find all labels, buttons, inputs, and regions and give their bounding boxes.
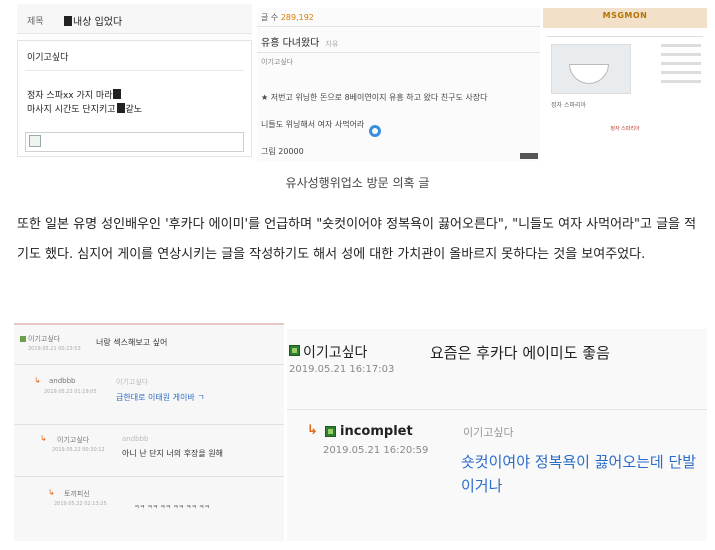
divider: [257, 26, 540, 27]
comment-content: 급한대로 이태원 게이바 ㄱ: [116, 393, 205, 402]
comment-row: ↳ 토끼피신 2019.05.22 02:13:25 ㅋㅋ ㅋㅋ ㅋㅋ ㅋㅋ ㅋ…: [14, 477, 284, 541]
post-line-1: 정자 스파xx 가지 마라: [27, 88, 122, 101]
post-count: 글 수 289,192: [261, 12, 314, 23]
post-title-tag: 자유: [325, 40, 339, 48]
reply-arrow-icon: ↳: [34, 376, 41, 385]
redaction-mark: [113, 89, 122, 99]
divider: [287, 409, 707, 410]
post-body-line-2: 니들도 위닝해서 여자 사먹어라: [261, 120, 365, 129]
reply-content: 숏컷이여야 정복욕이 끓어오는데 단발이거나: [461, 453, 697, 495]
reply-arrow-icon: ↳: [48, 488, 55, 497]
comment-content: 요즘은 후카다 에이미도 좋음: [430, 344, 610, 362]
screenshot-shop-page: MSGMON 정자 스파리아 정자 스파리아: [543, 8, 707, 161]
screenshot-comment-zoom: 이기고싶다 2019.05.21 16:17:03 요즘은 후카다 에이미도 좋…: [287, 323, 707, 541]
sidebar-lines: [661, 44, 701, 104]
post-subject-text: 내상 입었다: [73, 17, 123, 28]
post-line-2: 마사지 시간도 단지키고 같노: [27, 102, 142, 115]
comment-date: 2019.05.21 00:23:53: [28, 346, 81, 352]
divider: [257, 52, 540, 53]
comment-author: andbbb: [49, 377, 76, 385]
post-body-line-3: 그림 20000: [261, 147, 304, 156]
corner-badge: [520, 153, 538, 159]
site-logo: MSGMON: [602, 11, 648, 20]
article-paragraph: 또한 일본 유명 성인배우인 '후카다 에이미'를 언급하며 "숏컷이어야 정복…: [17, 217, 697, 262]
user-level-icon: [289, 345, 300, 356]
reply-target: andbbb: [122, 435, 149, 443]
broken-image-icon: [29, 135, 41, 147]
post-title: 유흥 다녀왔다 자유: [261, 34, 338, 49]
redaction-mark: [116, 103, 125, 113]
comment-content: 너랑 섹스해보고 싶어: [96, 338, 168, 347]
reply-author: incomplet: [340, 424, 413, 439]
image-caption: 유사성행위업소 방문 의혹 글: [285, 176, 430, 190]
comment-row: ↳ 이기고싶다 2019.05.22 00:30:12 andbbb 아니 난 …: [14, 425, 284, 477]
reply-target: 이기고싶다: [463, 426, 514, 439]
post-author: 이기고싶다: [261, 58, 294, 66]
comment-author: 토끼피신: [64, 490, 90, 498]
post-line-2-tail: 같노: [125, 105, 143, 115]
comment-date: 2019.05.21 16:17:03: [289, 364, 395, 375]
screenshot-comment-thread: 이기고싶다 2019.05.21 00:23:53 너랑 섹스해보고 싶어 ↳ …: [14, 323, 284, 541]
notice-text: 정자 스파리아: [610, 126, 640, 132]
comment-date: 2019.05.22 02:13:25: [54, 501, 107, 507]
reply-target: 이기고싶다: [116, 378, 149, 386]
post-body-line-1: ★ 저번고 위닝한 돈으로 8베이연이지 유흥 하고 왔다 친구도 사장다: [261, 93, 488, 102]
comment-row: 이기고싶다 2019.05.21 00:23:53 너랑 섹스해보고 싶어: [14, 325, 284, 365]
comment-date: 2019.05.22 00:30:12: [52, 447, 105, 453]
divider: [25, 70, 244, 71]
reply-arrow-icon: ↳: [40, 434, 47, 443]
user-level-icon: [325, 426, 336, 437]
reply-date: 2019.05.21 16:20:59: [323, 445, 429, 456]
user-icon: [20, 336, 26, 342]
post-line-1-text: 정자 스파xx 가지 마라: [27, 91, 113, 101]
post-line-2-text: 마사지 시간도 단지키고: [27, 105, 116, 115]
screenshot-board-post: 글 수 289,192 유흥 다녀왔다 자유 이기고싶다 ★ 저번고 위닝한 돈으…: [257, 8, 540, 161]
site-nav: [547, 31, 703, 37]
post-count-label: 글 수: [261, 13, 279, 22]
post-author: 이기고싶다: [27, 53, 69, 63]
comment-author: 이기고싶다: [28, 335, 61, 343]
field-label: 제목: [27, 17, 44, 27]
comment-date: 2019.05.22 01:19:05: [44, 389, 97, 395]
comment-content: ㅋㅋ ㅋㅋ ㅋㅋ ㅋㅋ ㅋㅋ ㅋㅋ: [134, 504, 210, 511]
post-subject: 내상 입었다: [63, 13, 122, 28]
post-count-value: 289,192: [280, 13, 314, 22]
comment-content: 아니 난 단지 너의 후장을 원해: [122, 449, 224, 458]
comment-author: 이기고싶다: [303, 345, 368, 361]
click-indicator-icon: [369, 125, 381, 137]
embedded-image-frame: [25, 132, 244, 152]
comment-author: 이기고싶다: [57, 436, 90, 444]
screenshot-post-detail: 제목 내상 입었다 이기고싶다 정자 스파xx 가지 마라 마사지 시간도 단지…: [17, 4, 252, 157]
top-band: [287, 323, 707, 329]
post-title-text: 유흥 다녀왔다: [261, 38, 320, 49]
reply-arrow-icon: ↳: [307, 423, 318, 438]
comment-row: ↳ andbbb 2019.05.22 01:19:05 이기고싶다 급한대로 …: [14, 365, 284, 425]
post-header: 제목 내상 입었다: [17, 4, 252, 34]
redaction-mark: [64, 16, 72, 26]
photo-caption: 정자 스파리아: [551, 102, 587, 109]
